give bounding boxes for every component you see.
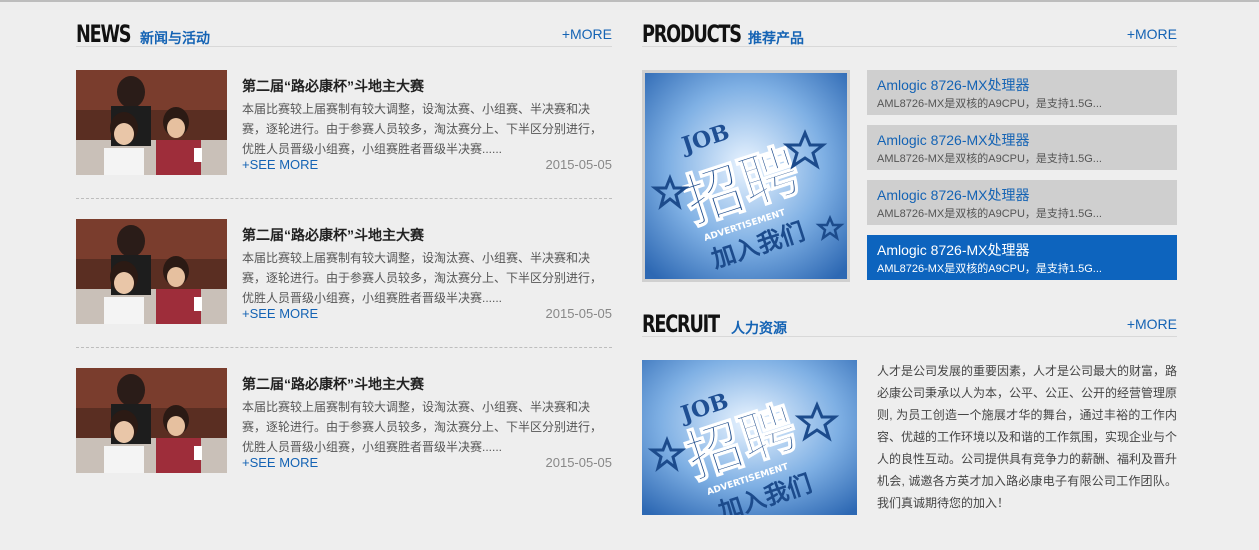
news-item-desc: 本届比赛较上届赛制有较大调整，设淘汰赛、小组赛、半决赛和决赛，逐轮进行。由于参赛… <box>242 102 602 156</box>
news-see-more-link[interactable]: +SEE MORE <box>242 157 318 172</box>
news-see-more-link[interactable]: +SEE MORE <box>242 455 318 470</box>
product-name: Amlogic 8726-MX处理器 <box>877 242 1030 258</box>
products-more-link[interactable]: +MORE <box>1127 26 1177 42</box>
products-subtitle: 推荐产品 <box>748 30 804 46</box>
products-header: PRODUCTS 推荐产品 +MORE <box>642 20 1177 48</box>
news-see-more-link[interactable]: +SEE MORE <box>242 306 318 321</box>
news-item-title[interactable]: 第二届“路必康杯”斗地主大赛 <box>242 225 424 245</box>
recruit-header: RECRUIT 人力资源 +MORE <box>642 310 1177 338</box>
news-photo[interactable] <box>76 70 227 175</box>
news-header: NEWS 新闻与活动 +MORE <box>76 20 612 48</box>
news-photo[interactable] <box>76 368 227 473</box>
product-featured-image[interactable]: JOB 招聘 ADVERTISEMENT 加入我们 <box>642 70 850 282</box>
product-desc: AML8726-MX是双核的A9CPU，是支持1.5G... <box>877 153 1102 165</box>
news-item-desc: 本届比赛较上届赛制有较大调整，设淘汰赛、小组赛、半决赛和决赛，逐轮进行。由于参赛… <box>242 400 602 454</box>
top-border <box>0 0 1259 2</box>
news-divider <box>76 198 612 199</box>
news-item-title[interactable]: 第二届“路必康杯”斗地主大赛 <box>242 76 424 96</box>
product-list-item[interactable]: Amlogic 8726-MX处理器 AML8726-MX是双核的A9CPU，是… <box>867 70 1177 115</box>
product-list-item[interactable]: Amlogic 8726-MX处理器 AML8726-MX是双核的A9CPU，是… <box>867 125 1177 170</box>
recruit-title: RECRUIT <box>642 310 720 338</box>
news-title: NEWS <box>76 20 132 48</box>
recruit-image[interactable]: JOB 招聘 ADVERTISEMENT 加入我们 <box>642 360 857 515</box>
news-item: 第二届“路必康杯”斗地主大赛 本届比赛较上届赛制有较大调整，设淘汰赛、小组赛、半… <box>76 219 612 325</box>
news-item: 第二届“路必康杯”斗地主大赛 本届比赛较上届赛制有较大调整，设淘汰赛、小组赛、半… <box>76 70 612 176</box>
news-date: 2015-05-05 <box>545 306 613 321</box>
product-list-item[interactable]: Amlogic 8726-MX处理器 AML8726-MX是双核的A9CPU，是… <box>867 180 1177 225</box>
news-item: 第二届“路必康杯”斗地主大赛 本届比赛较上届赛制有较大调整，设淘汰赛、小组赛、半… <box>76 368 612 474</box>
news-item-desc: 本届比赛较上届赛制有较大调整，设淘汰赛、小组赛、半决赛和决赛，逐轮进行。由于参赛… <box>242 251 602 305</box>
news-photo[interactable] <box>76 219 227 324</box>
news-subtitle: 新闻与活动 <box>140 30 210 46</box>
product-name: Amlogic 8726-MX处理器 <box>877 187 1030 203</box>
news-date: 2015-05-05 <box>545 157 613 172</box>
recruit-more-link[interactable]: +MORE <box>1127 316 1177 332</box>
news-item-title[interactable]: 第二届“路必康杯”斗地主大赛 <box>242 374 424 394</box>
product-name: Amlogic 8726-MX处理器 <box>877 132 1030 148</box>
news-divider <box>76 347 612 348</box>
product-name: Amlogic 8726-MX处理器 <box>877 77 1030 93</box>
products-title: PRODUCTS <box>642 20 742 48</box>
product-desc: AML8726-MX是双核的A9CPU，是支持1.5G... <box>877 263 1102 275</box>
product-desc: AML8726-MX是双核的A9CPU，是支持1.5G... <box>877 208 1102 220</box>
news-more-link[interactable]: +MORE <box>562 26 612 42</box>
recruit-description: 人才是公司发展的重要因素，人才是公司最大的财富，路必康公司秉承以人为本，公平、公… <box>877 364 1177 510</box>
product-list-item-active[interactable]: Amlogic 8726-MX处理器 AML8726-MX是双核的A9CPU，是… <box>867 235 1177 280</box>
news-date: 2015-05-05 <box>545 455 613 470</box>
product-desc: AML8726-MX是双核的A9CPU，是支持1.5G... <box>877 98 1102 110</box>
recruit-subtitle: 人力资源 <box>731 320 787 336</box>
